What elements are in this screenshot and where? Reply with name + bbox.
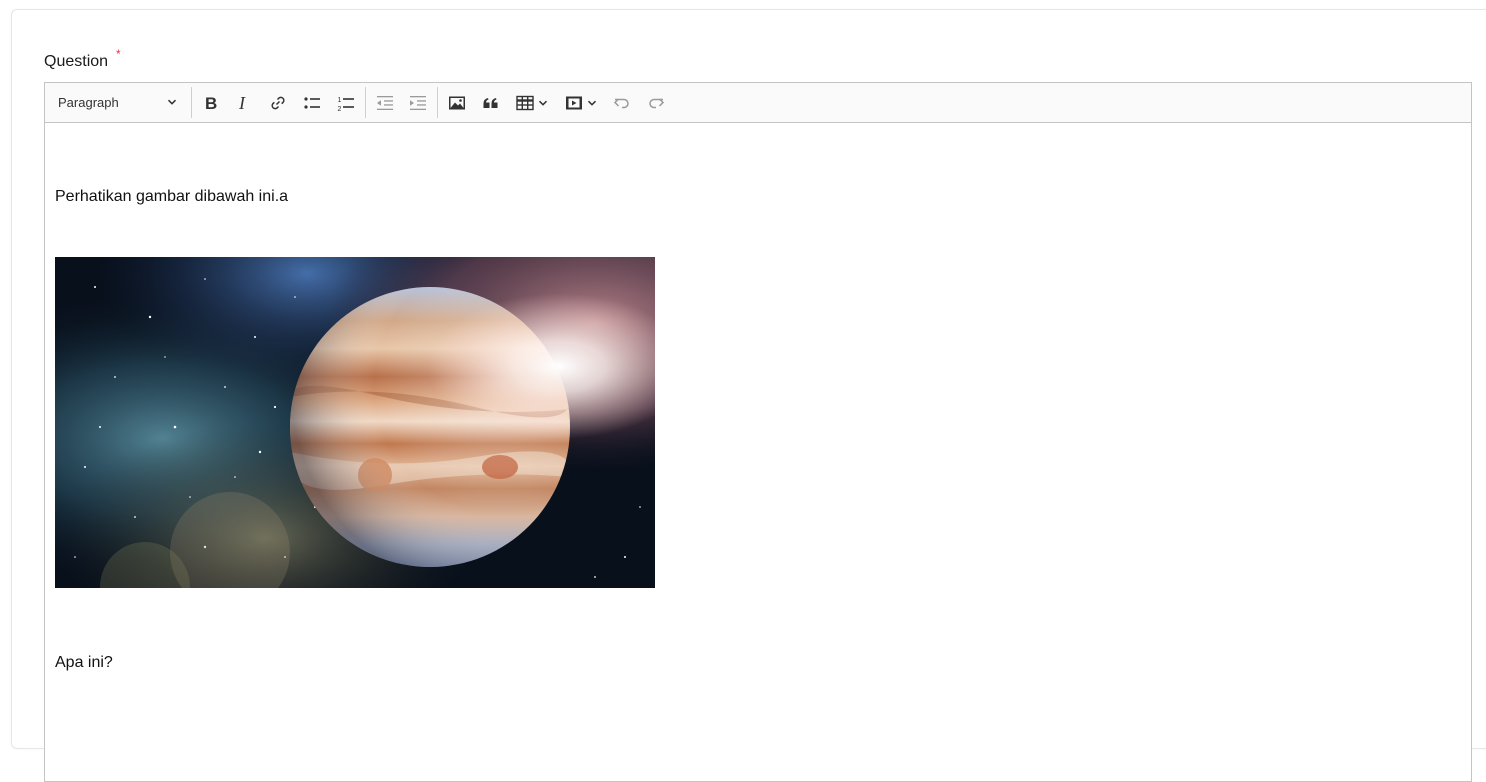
svg-text:B: B — [205, 94, 217, 112]
svg-text:2: 2 — [338, 106, 342, 112]
question-label: Question — [44, 53, 109, 70]
toolbar-separator — [191, 87, 192, 118]
indent-icon — [409, 94, 427, 112]
svg-text:1: 1 — [338, 97, 342, 104]
rich-text-editor: Paragraph B I 1 2 Perhatikan gambar diba… — [44, 82, 1472, 782]
link-button[interactable] — [266, 89, 290, 116]
outdent-icon — [376, 94, 394, 112]
indent-button[interactable] — [406, 89, 430, 116]
insert-media-button[interactable] — [561, 89, 601, 116]
editor-toolbar: Paragraph B I 1 2 — [45, 83, 1471, 123]
table-icon — [516, 94, 534, 112]
image-icon — [448, 94, 466, 112]
bulleted-list-button[interactable] — [300, 89, 324, 116]
editor-content[interactable]: Perhatikan gambar dibawah ini.a Apa ini? — [55, 123, 1461, 781]
required-asterisk: * — [116, 47, 121, 61]
chevron-down-icon — [538, 98, 548, 108]
bold-icon: B — [203, 94, 219, 112]
media-icon — [565, 94, 583, 112]
outdent-button[interactable] — [373, 89, 397, 116]
italic-button[interactable]: I — [232, 89, 256, 116]
undo-button[interactable] — [610, 89, 634, 116]
heading-dropdown-label: Paragraph — [58, 95, 119, 110]
redo-button[interactable] — [644, 89, 668, 116]
planet-image[interactable] — [55, 257, 655, 588]
content-paragraph: Apa ini? — [55, 654, 113, 671]
insert-table-button[interactable] — [512, 89, 552, 116]
italic-icon: I — [236, 94, 252, 112]
bold-button[interactable]: B — [199, 89, 223, 116]
numbered-list-button[interactable]: 1 2 — [334, 89, 358, 116]
insert-image-button[interactable] — [445, 89, 469, 116]
link-icon — [269, 94, 287, 112]
chevron-down-icon — [167, 94, 177, 112]
toolbar-separator — [437, 87, 438, 118]
redo-icon — [647, 94, 665, 112]
heading-dropdown[interactable]: Paragraph — [51, 89, 183, 116]
numbered-list-icon: 1 2 — [337, 94, 355, 112]
bulleted-list-icon — [303, 94, 321, 112]
toolbar-separator — [365, 87, 366, 118]
undo-icon — [613, 94, 631, 112]
chevron-down-icon — [587, 98, 597, 108]
quote-icon — [482, 94, 500, 112]
block-quote-button[interactable] — [479, 89, 503, 116]
svg-text:I: I — [238, 94, 246, 112]
content-paragraph: Perhatikan gambar dibawah ini.a — [55, 188, 289, 205]
